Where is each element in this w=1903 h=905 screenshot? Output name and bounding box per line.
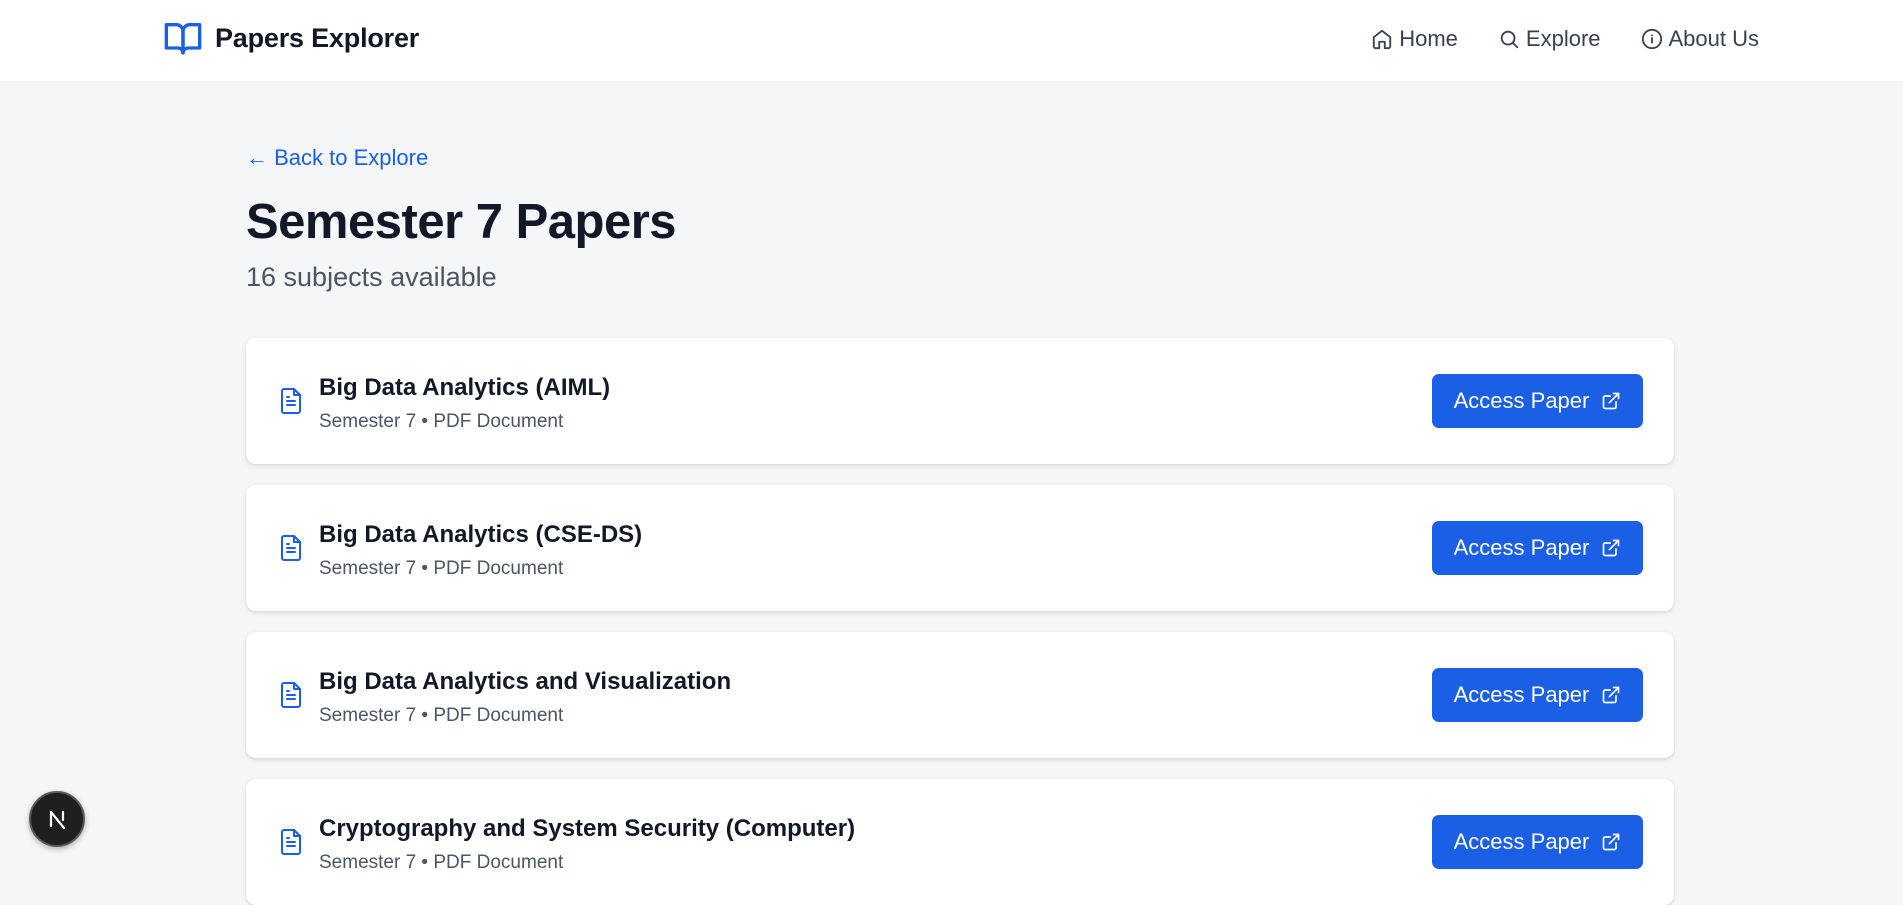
access-paper-button[interactable]: Access Paper: [1432, 668, 1643, 722]
access-paper-button[interactable]: Access Paper: [1432, 521, 1643, 575]
document-icon: [279, 387, 303, 415]
paper-meta: Semester 7 • PDF Document: [319, 411, 564, 432]
main-nav: Home Explore About Us: [1371, 24, 1759, 54]
paper-card: Big Data Analytics (CSE-DS) Semester 7 •…: [246, 485, 1674, 611]
access-paper-label: Access Paper: [1453, 829, 1590, 854]
access-paper-label: Access Paper: [1453, 535, 1590, 560]
external-link-icon: [1603, 539, 1620, 557]
nav-explore-label: Explore: [1525, 26, 1601, 51]
book-open-icon: [164, 23, 202, 55]
paper-title: Big Data Analytics and Visualization: [319, 668, 732, 695]
subject-count: 16 subjects available: [246, 262, 497, 292]
nav-about-us-label: About Us: [1668, 26, 1760, 51]
brand-name: Papers Explorer: [215, 22, 420, 53]
document-icon: [279, 681, 303, 709]
nav-explore[interactable]: Explore: [1498, 26, 1601, 52]
access-paper-label: Access Paper: [1453, 682, 1590, 707]
paper-title: Big Data Analytics (AIML): [319, 374, 611, 401]
paper-title: Cryptography and System Security (Comput…: [319, 815, 856, 842]
paper-card: Big Data Analytics and Visualization Sem…: [246, 632, 1674, 758]
nextjs-logo-icon: [49, 810, 66, 830]
nav-home-label: Home: [1399, 26, 1458, 51]
access-paper-label: Access Paper: [1453, 388, 1590, 413]
paper-title: Big Data Analytics (CSE-DS): [319, 521, 643, 548]
search-icon: [1500, 30, 1519, 49]
back-to-explore-link[interactable]: ← Back to Explore: [246, 145, 428, 171]
external-link-icon: [1603, 833, 1620, 851]
paper-meta: Semester 7 • PDF Document: [319, 852, 564, 873]
page-title: Semester 7 Papers: [246, 195, 677, 249]
document-icon: [279, 828, 303, 856]
paper-meta: Semester 7 • PDF Document: [319, 705, 564, 726]
paper-card: Cryptography and System Security (Comput…: [246, 779, 1674, 905]
nav-home[interactable]: Home: [1371, 26, 1458, 52]
paper-meta: Semester 7 • PDF Document: [319, 558, 564, 579]
home-icon: [1373, 29, 1392, 50]
access-paper-button[interactable]: Access Paper: [1432, 815, 1643, 869]
external-link-icon: [1603, 686, 1620, 704]
paper-card: Big Data Analytics (AIML) Semester 7 • P…: [246, 338, 1674, 464]
brand[interactable]: Papers Explorer: [163, 18, 419, 58]
top-navbar: Papers Explorer Home Explore About Us: [0, 0, 1903, 81]
access-paper-button[interactable]: Access Paper: [1432, 374, 1643, 428]
document-icon: [279, 534, 303, 562]
info-icon: [1641, 28, 1662, 50]
nav-about-us[interactable]: About Us: [1641, 26, 1760, 52]
nextjs-dev-badge[interactable]: [29, 791, 85, 847]
external-link-icon: [1603, 392, 1620, 410]
